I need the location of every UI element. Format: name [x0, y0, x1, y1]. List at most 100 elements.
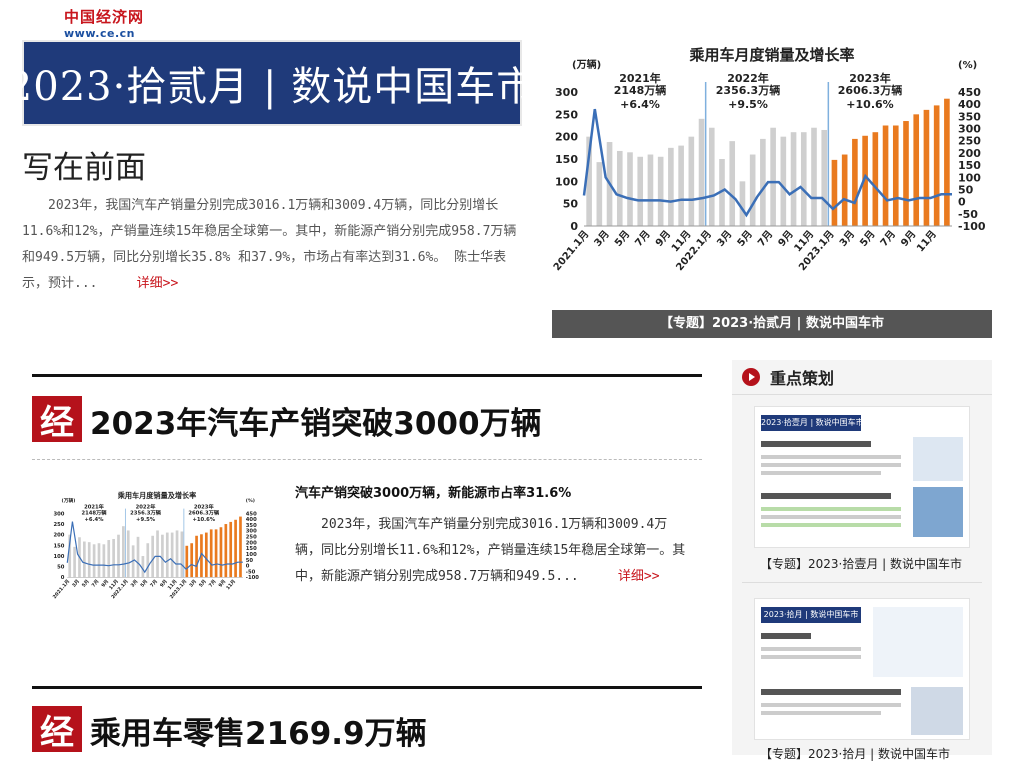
- right-tick-label: 150: [958, 159, 981, 172]
- thumb-image: [913, 487, 963, 537]
- year-label: 2022年: [727, 71, 769, 85]
- dashed-divider: [32, 459, 702, 460]
- right-tick-label: 50: [958, 183, 974, 196]
- bar-past: [112, 538, 115, 578]
- right-tick-label: 50: [246, 558, 254, 564]
- right-tick-label: 350: [958, 110, 981, 123]
- bar-2023: [913, 114, 920, 226]
- right-tick-label: 250: [958, 135, 981, 148]
- bar-2023: [224, 524, 228, 578]
- year-growth: +10.6%: [192, 517, 215, 523]
- sidebar-heading: 重点策划: [742, 362, 834, 392]
- banner-title: 2023·拾贰月 | 数说中国车市: [6, 64, 538, 110]
- article-thumbnail-chart[interactable]: 乘用车月度销量及增长率(万辆) (%)3002502001501005004504…: [52, 478, 262, 628]
- thumb-image: [913, 437, 963, 481]
- bar-past: [165, 532, 169, 578]
- left-tick-label: 100: [555, 175, 578, 188]
- section-divider: [32, 374, 702, 377]
- thumb-line: [761, 647, 861, 651]
- bar-past: [780, 136, 787, 226]
- thumb-line: [761, 493, 891, 499]
- bar-2023: [933, 105, 940, 226]
- top-chart-caption[interactable]: 【专题】2023·拾贰月 | 数说中国车市: [552, 310, 992, 338]
- bar-past: [122, 526, 125, 578]
- bar-past: [770, 127, 776, 226]
- sidebar-thumbnail[interactable]: 2023·拾壹月 | 数说中国车市: [754, 406, 970, 548]
- bar-past: [73, 546, 76, 578]
- bar-past: [83, 541, 86, 578]
- bar-2023: [872, 132, 879, 226]
- bar-past: [161, 534, 164, 578]
- left-tick-label: 200: [555, 131, 578, 144]
- sidebar-item-caption[interactable]: 【专题】2023·拾月 | 数说中国车市: [760, 745, 950, 762]
- bar-past: [760, 138, 766, 226]
- chart-title: 乘用车月度销量及增长率: [117, 491, 197, 500]
- article-more-link[interactable]: 详细>>: [618, 569, 660, 584]
- year-growth: +9.5%: [728, 98, 768, 111]
- right-tick-label: 400: [246, 517, 257, 523]
- right-tick-label: 0: [958, 196, 966, 209]
- right-tick-label: 450: [246, 511, 257, 517]
- right-tick-label: 200: [958, 147, 981, 160]
- sidebar-divider: [742, 582, 982, 583]
- logo-url: www.ce.cn: [64, 27, 135, 40]
- bar-past: [175, 530, 179, 578]
- topic-banner: 2023·拾贰月 | 数说中国车市: [7, 40, 536, 126]
- thumb-line: [761, 703, 901, 707]
- site-logo[interactable]: 中国经济网 www.ce.cn: [64, 6, 144, 40]
- sidebar-item-caption[interactable]: 【专题】2023·拾壹月 | 数说中国车市: [760, 555, 962, 572]
- left-tick-label: 50: [57, 565, 65, 571]
- thumb-banner: 2023·拾壹月 | 数说中国车市: [761, 415, 861, 431]
- bar-past: [126, 530, 130, 578]
- right-tick-label: 0: [246, 564, 250, 570]
- sidebar-thumbnail[interactable]: 2023·拾月 | 数说中国车市: [754, 598, 970, 740]
- right-tick-label: 400: [958, 98, 981, 111]
- right-tick-label: -100: [246, 575, 259, 581]
- chart-right-unit: (%): [246, 498, 255, 504]
- bar-2023: [831, 159, 838, 226]
- right-tick-label: -50: [246, 569, 256, 575]
- thumb-banner: 2023·拾月 | 数说中国车市: [761, 607, 861, 623]
- intro-heading: 写在前面: [22, 150, 146, 186]
- left-tick-label: 150: [53, 543, 64, 549]
- monthly-sales-chart[interactable]: 乘用车月度销量及增长率(万辆) (%)3002502001501005004504…: [552, 40, 992, 310]
- thumb-line: [761, 463, 901, 467]
- section-title[interactable]: 乘用车零售2169.9万辆: [90, 708, 427, 753]
- bar-past: [800, 132, 807, 226]
- bar-2023: [190, 543, 194, 578]
- bar-2023: [195, 535, 198, 578]
- bar-past: [668, 147, 674, 226]
- thumb-line: [761, 689, 901, 695]
- intro-more-link[interactable]: 详细>>: [137, 276, 179, 291]
- left-tick-label: 100: [53, 554, 64, 560]
- thumb-chart: [873, 607, 963, 677]
- right-tick-label: -50: [958, 208, 978, 221]
- play-icon: [742, 368, 760, 386]
- chart-left-unit: (万辆): [572, 58, 601, 71]
- bar-past: [117, 534, 120, 578]
- left-tick-label: 250: [555, 108, 578, 121]
- bar-past: [596, 162, 603, 226]
- thumb-line: [761, 515, 901, 519]
- article-title[interactable]: 汽车产销突破3000万辆，新能源市占率31.6%: [295, 482, 571, 501]
- sidebar-divider: [732, 394, 992, 395]
- bar-past: [97, 543, 101, 578]
- bar-past: [739, 181, 746, 226]
- thumb-line: [761, 441, 871, 447]
- year-growth: +9.5%: [136, 517, 156, 523]
- bar-2023: [204, 532, 208, 578]
- bar-2023: [234, 519, 237, 578]
- intro-text: 2023年，我国汽车产销量分别完成3016.1万辆和3009.4万辆，同比分别增…: [22, 198, 517, 291]
- year-total: 2148万辆: [614, 83, 667, 97]
- thumb-line: [761, 471, 881, 475]
- bar-past: [616, 150, 623, 226]
- year-label: 2023年: [849, 71, 891, 85]
- bar-2023: [214, 529, 218, 578]
- bar-past: [647, 154, 654, 226]
- bar-2023: [229, 521, 233, 578]
- bar-past: [156, 530, 159, 578]
- right-tick-label: 250: [246, 535, 257, 541]
- left-tick-label: 200: [53, 533, 64, 539]
- section-title[interactable]: 2023年汽车产销突破3000万辆: [90, 398, 542, 443]
- right-tick-label: -100: [958, 220, 986, 233]
